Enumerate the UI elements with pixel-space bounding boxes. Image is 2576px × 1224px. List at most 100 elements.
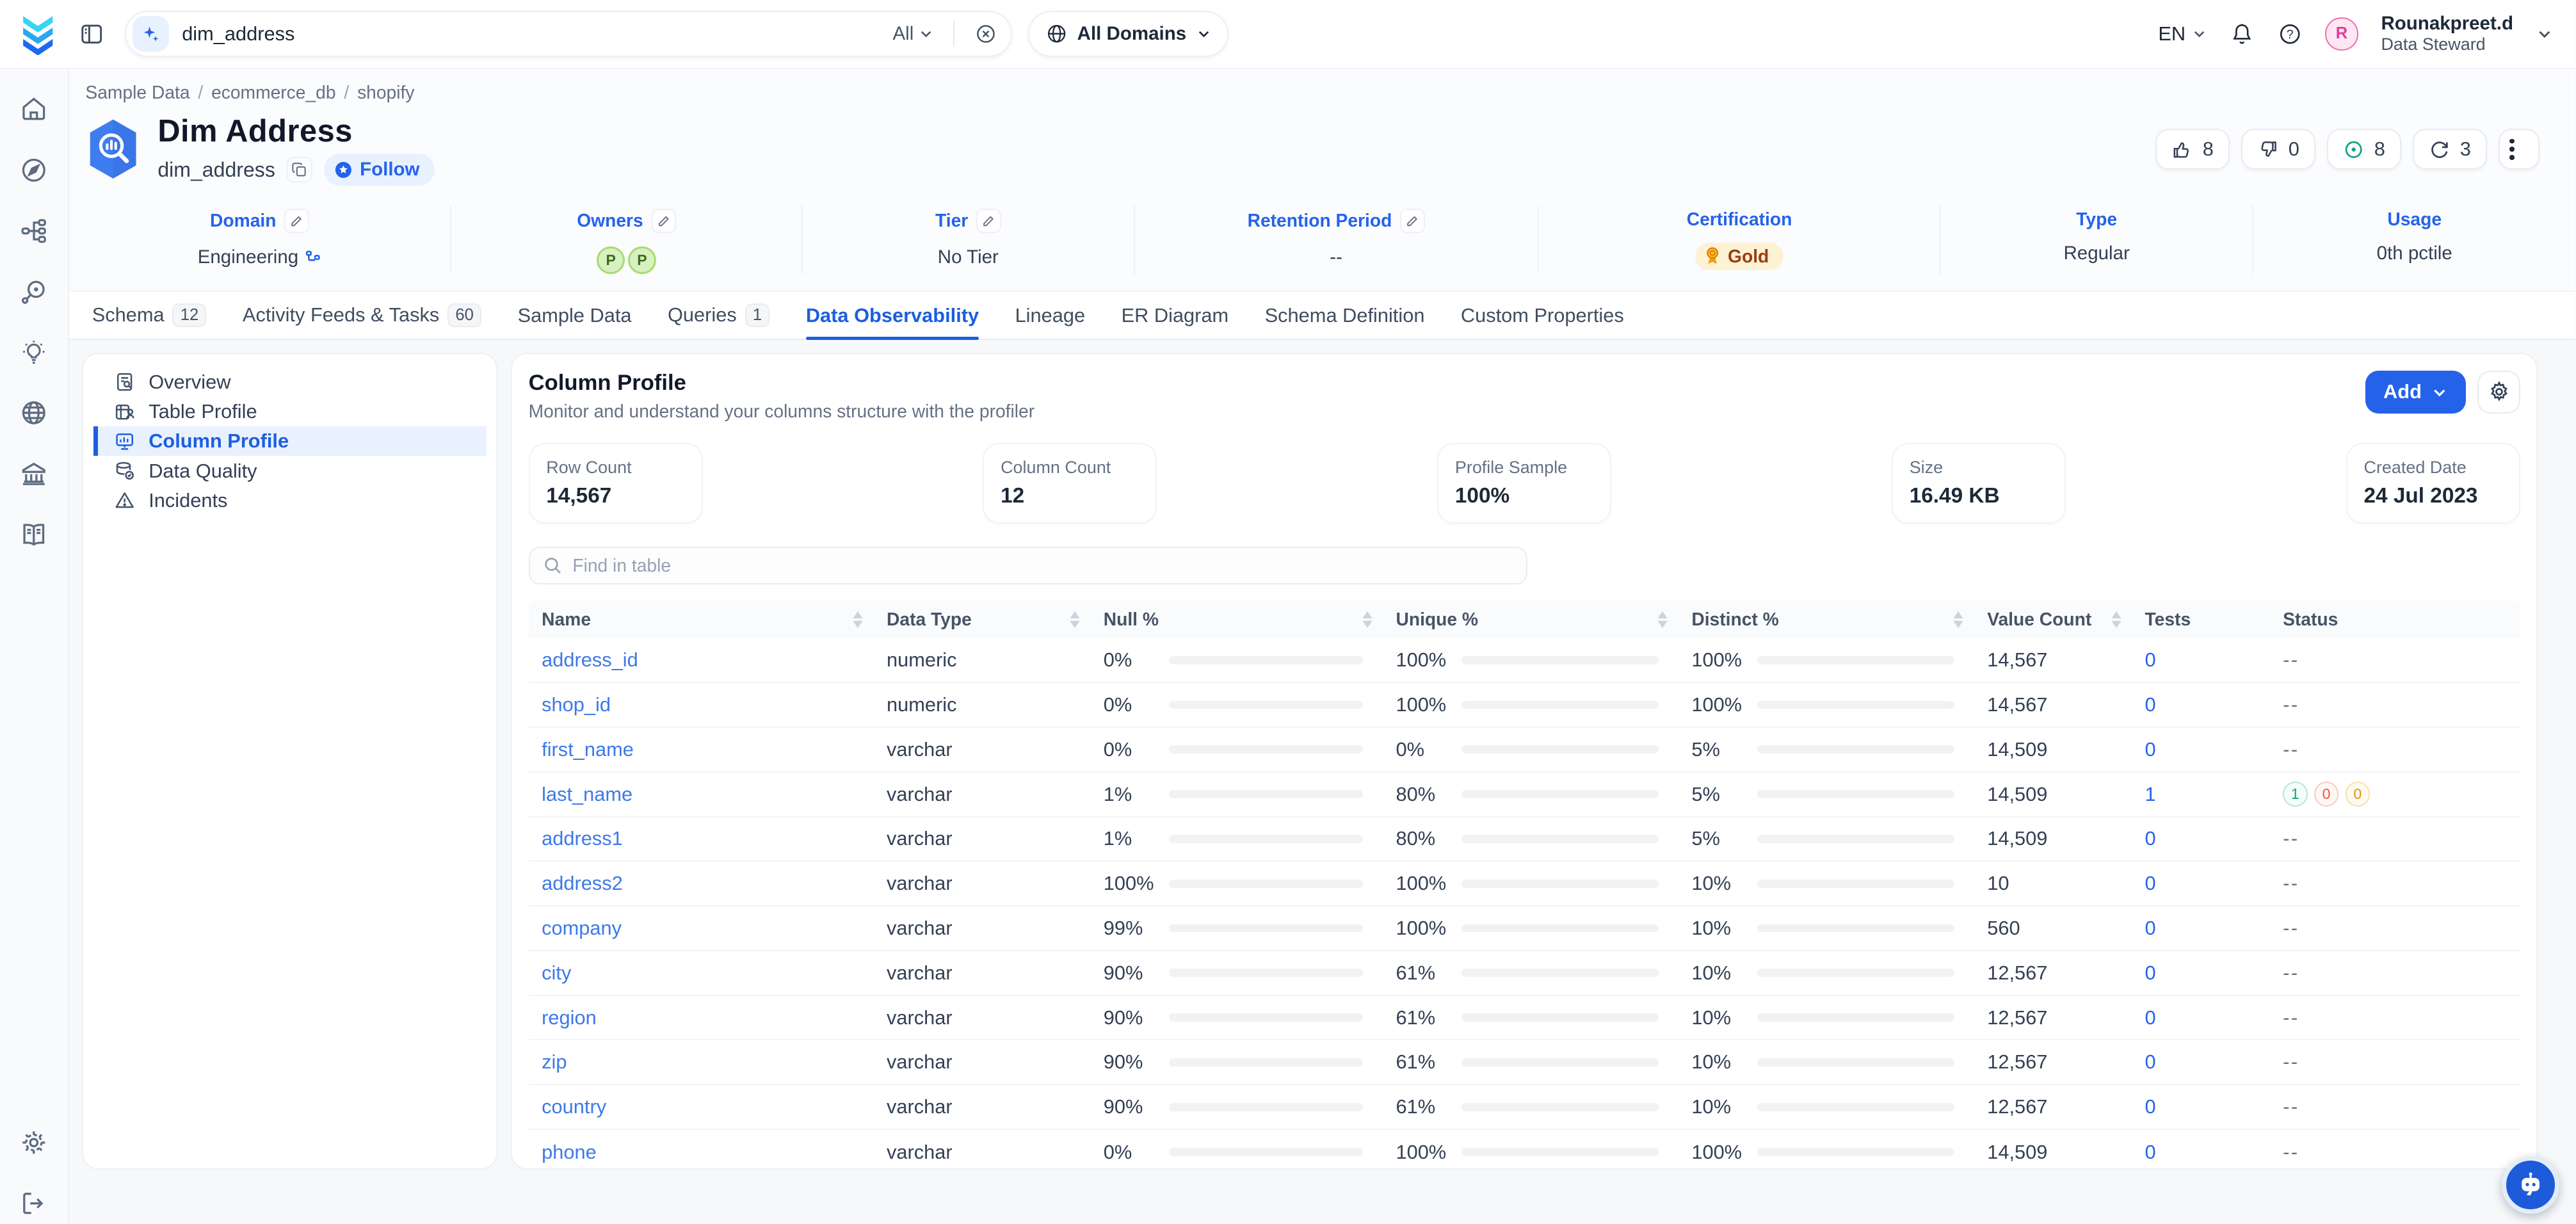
gear-icon [2488,380,2511,403]
clear-search-icon[interactable] [974,22,997,45]
distinct-percent-cell: 100% [1691,693,1987,716]
edit-tier-icon[interactable] [976,209,1001,233]
column-data-type: numeric [887,648,1104,672]
menu-item-overview[interactable]: Overview [93,367,487,397]
column-header-distinct-pct[interactable]: Distinct % [1691,600,1987,638]
chat-assistant-button[interactable] [2502,1156,2559,1214]
home-icon[interactable] [20,95,48,124]
menu-item-data-quality[interactable]: Data Quality [93,456,487,485]
tests-count-link[interactable]: 0 [2145,962,2156,984]
column-name-link[interactable]: city [542,962,571,984]
column-name-link[interactable]: country [542,1095,606,1118]
tests-count-link[interactable]: 0 [2145,1006,2156,1029]
watchers-button[interactable]: 8 [2327,129,2401,170]
more-options-button[interactable] [2499,129,2540,170]
breadcrumb-shopify[interactable]: shopify [357,82,414,102]
overview-doc-icon [114,371,135,392]
column-name-link[interactable]: region [542,1006,597,1029]
versions-button[interactable]: 3 [2413,129,2487,170]
column-header-unique-pct[interactable]: Unique % [1396,600,1691,638]
glossary-book-icon[interactable] [20,520,48,549]
find-in-table-input[interactable] [572,555,1513,576]
global-search-bar[interactable]: All [125,11,1012,57]
upvote-button[interactable]: 8 [2155,129,2230,170]
breadcrumb-ecommerce-db[interactable]: ecommerce_db [211,82,336,102]
notifications-bell-icon[interactable] [2230,22,2254,46]
user-menu[interactable]: Rounakpreet.d Data Steward [2381,13,2513,54]
downvote-button[interactable]: 0 [2241,129,2315,170]
tab-custom-properties[interactable]: Custom Properties [1461,294,1624,339]
profiler-settings-button[interactable] [2477,371,2520,414]
tab-data-observability[interactable]: Data Observability [806,294,979,339]
explore-compass-icon[interactable] [20,156,48,184]
menu-item-column-profile[interactable]: Column Profile [93,426,487,456]
logout-icon[interactable] [20,1189,48,1218]
meta-usage: Usage 0th pctile [2252,205,2576,275]
tests-count-link[interactable]: 0 [2145,917,2156,939]
tests-count-link[interactable]: 1 [2145,783,2156,805]
chevron-down-icon[interactable] [2536,26,2553,42]
column-name-link[interactable]: first_name [542,738,634,761]
edit-domain-icon[interactable] [284,209,309,233]
tests-count-link[interactable]: 0 [2145,738,2156,761]
column-header-data-type[interactable]: Data Type [887,600,1104,638]
follow-button[interactable]: Follow [324,154,435,185]
value-count-cell: 14,509 [1987,1141,2145,1164]
tests-count-link[interactable]: 0 [2145,872,2156,894]
app-logo-icon[interactable] [17,13,60,56]
insights-bulb-icon[interactable] [20,339,48,367]
language-selector[interactable]: EN [2158,22,2207,45]
column-name-link[interactable]: address1 [542,827,623,850]
lineage-hierarchy-icon[interactable] [20,217,48,245]
tab-queries[interactable]: Queries1 [668,293,769,339]
column-name-link[interactable]: shop_id [542,693,611,716]
edit-owners-icon[interactable] [652,209,676,233]
column-header-value-count[interactable]: Value Count [1987,600,2145,638]
tests-count-link[interactable]: 0 [2145,648,2156,671]
help-icon[interactable]: ? [2278,22,2302,46]
add-button[interactable]: Add [2365,371,2466,414]
tests-count-link[interactable]: 0 [2145,693,2156,716]
column-header-name[interactable]: Name [529,600,887,638]
tests-count-link[interactable]: 0 [2145,827,2156,850]
breadcrumb-sample-data[interactable]: Sample Data [85,82,189,102]
column-name-link[interactable]: phone [542,1141,597,1163]
tests-count-link[interactable]: 0 [2145,1095,2156,1118]
domains-globe-icon[interactable] [20,399,48,427]
tab-activity-feeds[interactable]: Activity Feeds & Tasks60 [243,293,481,339]
column-name-link[interactable]: address2 [542,872,623,894]
null-percent-cell: 1% [1104,783,1396,806]
tab-sample-data[interactable]: Sample Data [518,294,632,339]
column-data-type: varchar [887,1006,1104,1029]
owner-avatar[interactable]: P [628,246,656,275]
tab-er-diagram[interactable]: ER Diagram [1122,294,1229,339]
observability-search-icon[interactable] [20,278,48,306]
column-header-tests[interactable]: Tests [2145,600,2283,638]
govern-bank-icon[interactable] [20,460,48,488]
tab-lineage[interactable]: Lineage [1015,294,1086,339]
distinct-percent-cell: 10% [1691,1006,1987,1029]
column-name-link[interactable]: zip [542,1051,567,1073]
tab-schema-definition[interactable]: Schema Definition [1265,294,1425,339]
column-profile-panel: Column Profile Monitor and understand yo… [511,353,2538,1169]
search-input[interactable] [182,22,880,45]
owner-avatar[interactable]: P [597,246,625,275]
column-name-link[interactable]: last_name [542,783,632,805]
copy-icon[interactable] [287,157,312,182]
menu-item-table-profile[interactable]: Table Profile [93,397,487,426]
page-title: Dim Address [157,113,434,149]
column-name-link[interactable]: address_id [542,648,638,671]
edit-retention-icon[interactable] [1400,209,1424,233]
tests-count-link[interactable]: 0 [2145,1051,2156,1073]
tab-schema[interactable]: Schema12 [92,293,207,339]
sidebar-toggle-icon[interactable] [76,17,108,50]
menu-item-incidents[interactable]: Incidents [93,486,487,515]
all-domains-button[interactable]: All Domains [1028,11,1228,57]
find-in-table-search[interactable] [529,547,1527,584]
user-avatar[interactable]: R [2325,17,2358,50]
search-scope-dropdown[interactable]: All [893,23,934,45]
tests-count-link[interactable]: 0 [2145,1141,2156,1163]
settings-gear-icon[interactable] [20,1129,48,1157]
column-header-null-pct[interactable]: Null % [1104,600,1396,638]
column-name-link[interactable]: company [542,917,622,939]
